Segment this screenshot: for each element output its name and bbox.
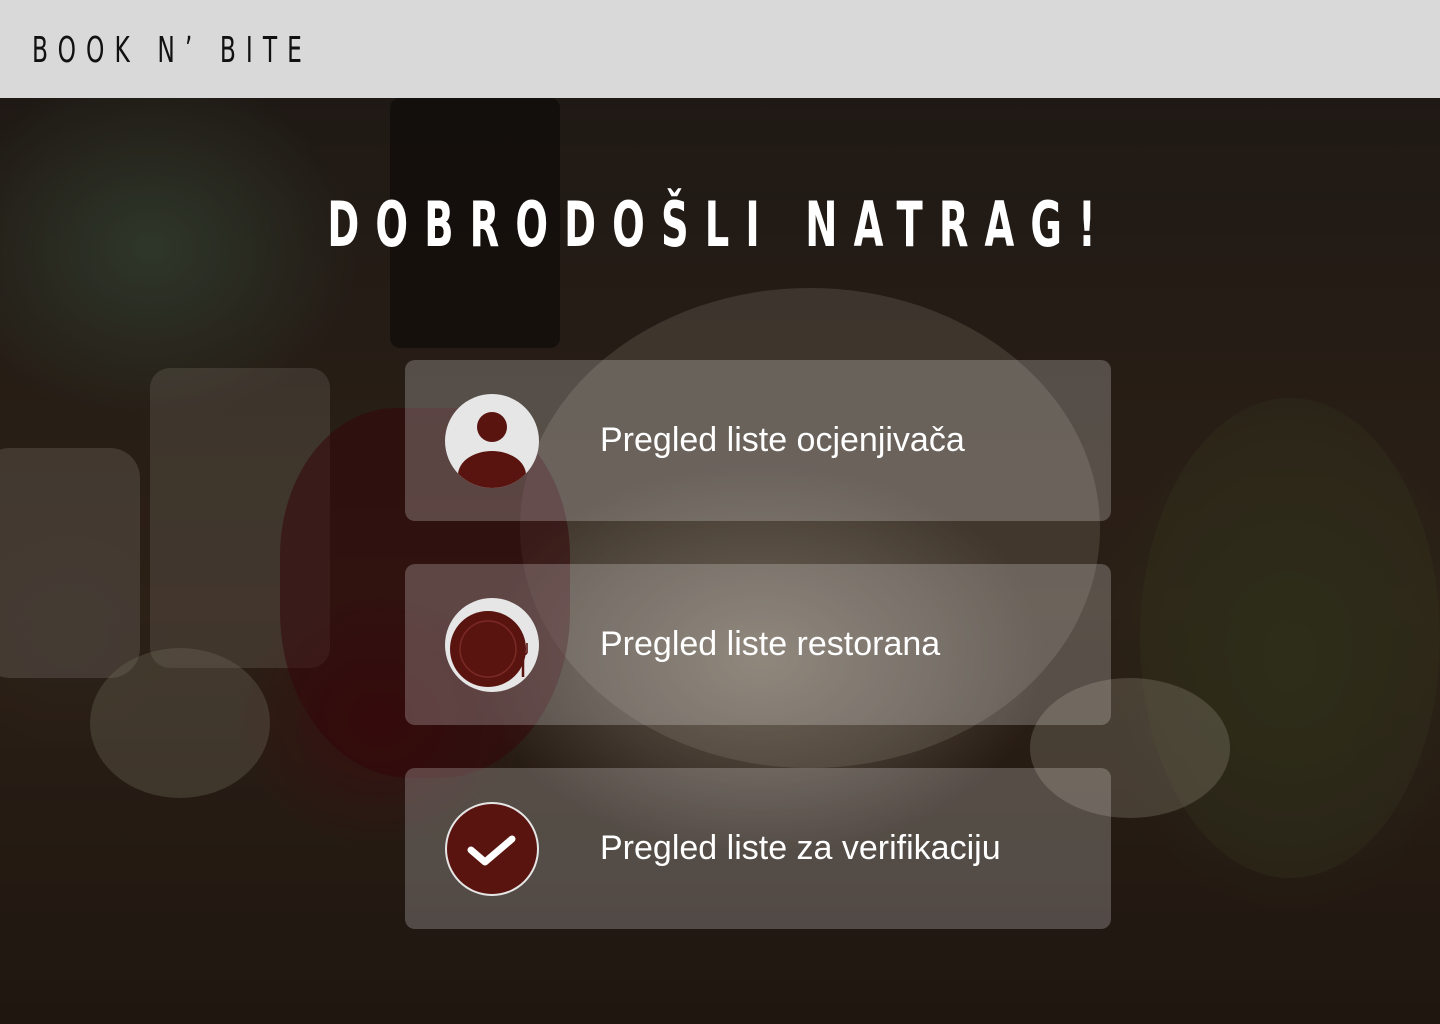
menu-item-reviewers[interactable]: Pregled liste ocjenjivača [405,360,1111,521]
hero-background: DOBRODOŠLI NATRAG! Pregled liste ocjenji… [0,98,1440,1024]
brand-logo[interactable]: BOOK N’ BITE [32,30,312,71]
checkmark-circle-icon [444,801,540,897]
menu-item-restaurants[interactable]: Pregled liste restorana [405,564,1111,725]
page-title: DOBRODOŠLI NATRAG! [327,188,1113,261]
menu-item-label: Pregled liste restorana [600,625,941,663]
top-bar: BOOK N’ BITE [0,0,1440,98]
menu-item-label: Pregled liste ocjenjivača [600,421,965,459]
plate-fork-icon [444,597,540,693]
menu-item-verification[interactable]: Pregled liste za verifikaciju [405,768,1111,929]
user-avatar-icon [444,393,540,489]
menu-item-label: Pregled liste za verifikaciju [600,829,1001,867]
